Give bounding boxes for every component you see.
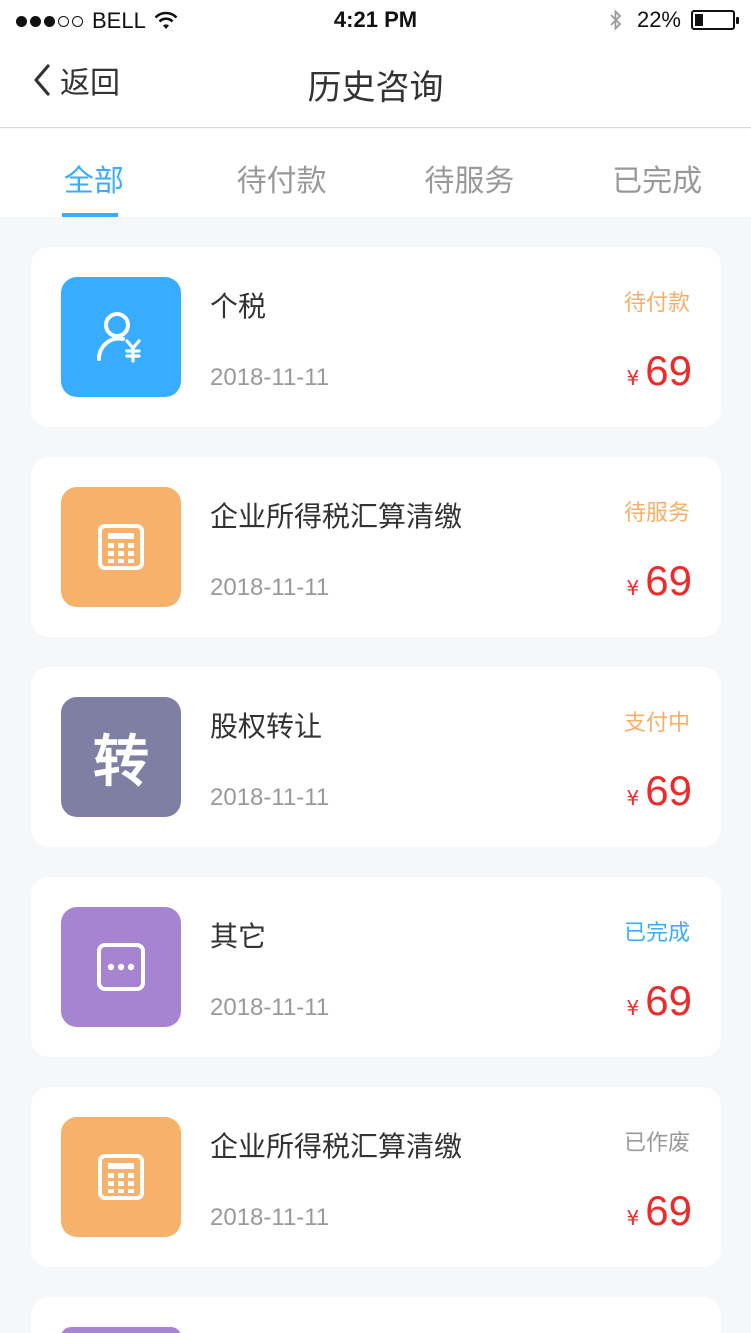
order-icon [61, 1327, 181, 1333]
order-card-partial[interactable] [31, 1297, 721, 1333]
order-list: 个税 2018-11-11 待付款 ¥69 企业所得税汇算清缴 2018-11-… [31, 247, 721, 1333]
order-status: 待服务 [623, 501, 690, 526]
order-card[interactable]: 转 股权转让 2018-11-11 支付中 ¥69 [31, 667, 721, 847]
currency-symbol: ¥ [626, 786, 640, 810]
currency-symbol: ¥ [626, 996, 640, 1020]
bluetooth-icon [610, 9, 622, 31]
status-right: 22% [609, 7, 739, 33]
order-card[interactable]: 企业所得税汇算清缴 2018-11-11 已作废 ¥69 [31, 1087, 721, 1267]
battery-icon [691, 10, 739, 30]
more-dots-icon [61, 907, 181, 1027]
page-title: 历史咨询 [307, 68, 444, 108]
order-title: 企业所得税汇算清缴 [210, 1130, 463, 1163]
order-title: 其它 [210, 920, 267, 953]
price-amount: 69 [645, 557, 692, 604]
order-card[interactable]: 个税 2018-11-11 待付款 ¥69 [31, 247, 721, 427]
order-card[interactable]: 其它 2018-11-11 已完成 ¥69 [31, 877, 721, 1057]
tab-all[interactable]: 全部 [0, 129, 188, 217]
order-status: 支付中 [623, 711, 690, 736]
currency-symbol: ¥ [626, 576, 640, 600]
order-date: 2018-11-11 [210, 364, 330, 391]
price-amount: 69 [645, 347, 692, 394]
nav-bar: 返回 历史咨询 [0, 40, 751, 128]
order-price: ¥69 [627, 1187, 692, 1235]
tab-bar: 全部 待付款 待服务 已完成 [0, 129, 751, 217]
order-price: ¥69 [627, 767, 692, 815]
tab-label: 待服务 [424, 164, 515, 199]
order-date: 2018-11-11 [210, 1204, 330, 1231]
order-title: 企业所得税汇算清缴 [210, 500, 463, 533]
currency-symbol: ¥ [626, 366, 640, 390]
price-amount: 69 [645, 977, 692, 1024]
currency-symbol: ¥ [626, 1206, 640, 1230]
order-price: ¥69 [627, 977, 692, 1025]
battery-percent: 22% [636, 7, 681, 32]
tab-pending-payment[interactable]: 待付款 [188, 129, 376, 217]
order-price: ¥69 [627, 347, 692, 395]
order-status: 待付款 [623, 291, 690, 316]
tab-completed[interactable]: 已完成 [563, 129, 751, 217]
status-bar: BELL 4:21 PM 22% [0, 0, 751, 40]
order-date: 2018-11-11 [210, 574, 330, 601]
order-price: ¥69 [627, 557, 692, 605]
order-title: 股权转让 [210, 710, 323, 743]
order-status: 已完成 [623, 921, 690, 946]
tab-label: 待付款 [236, 164, 327, 199]
tab-label: 已完成 [612, 164, 703, 199]
tab-pending-service[interactable]: 待服务 [376, 129, 564, 217]
order-card[interactable]: 企业所得税汇算清缴 2018-11-11 待服务 ¥69 [31, 457, 721, 637]
tab-active-indicator [62, 213, 118, 217]
calculator-icon [61, 487, 181, 607]
order-title: 个税 [210, 290, 267, 323]
calculator-icon [61, 1117, 181, 1237]
order-date: 2018-11-11 [210, 784, 330, 811]
order-date: 2018-11-11 [210, 994, 330, 1021]
tab-label: 全部 [63, 164, 124, 199]
transfer-char-icon: 转 [61, 697, 181, 817]
price-amount: 69 [645, 1187, 692, 1234]
order-status: 已作废 [623, 1131, 690, 1156]
icon-glyph: 转 [93, 729, 149, 795]
price-amount: 69 [645, 767, 692, 814]
battery-fill [695, 14, 703, 26]
person-yen-icon [61, 277, 181, 397]
